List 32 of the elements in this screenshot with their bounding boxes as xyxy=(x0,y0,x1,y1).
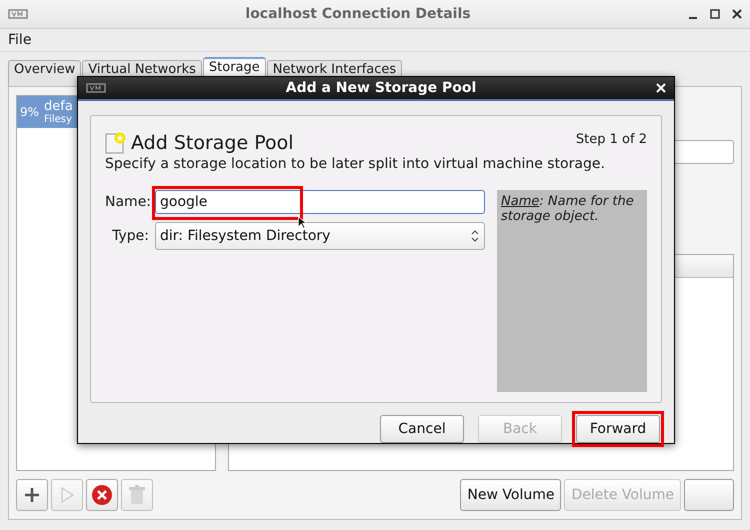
app-icon xyxy=(86,82,106,94)
app-icon xyxy=(8,8,28,20)
maximize-icon[interactable] xyxy=(710,9,720,19)
usage-text: 9% xyxy=(20,105,40,119)
dialog-button[interactable]: Forward xyxy=(576,415,660,443)
field-label: Name: xyxy=(105,194,149,210)
close-icon[interactable] xyxy=(732,9,742,19)
pool-type: Filesy xyxy=(44,114,73,125)
stop-icon xyxy=(91,484,113,506)
trash-icon xyxy=(128,485,146,505)
dialog-heading: Add Storage Pool xyxy=(131,132,295,154)
mouse-cursor-icon xyxy=(297,216,307,229)
new-document-icon xyxy=(105,132,127,154)
description-text: Specify a storage location to be later split into virtual machine storage. xyxy=(105,156,606,172)
type-dropdown[interactable]: dir: Filesystem Directory xyxy=(155,222,485,250)
step-text: Step 1 of 2 xyxy=(576,132,647,148)
volume-button[interactable]: New Volume xyxy=(460,479,562,511)
window-title: localhost Connection Details xyxy=(244,6,472,22)
volume-button[interactable] xyxy=(684,479,734,511)
hint-text: Name: Name for the storage object. xyxy=(497,190,647,392)
plus-icon xyxy=(23,486,41,504)
name-field[interactable]: google xyxy=(155,190,485,214)
input-field[interactable] xyxy=(672,140,734,164)
toolbar-button[interactable] xyxy=(16,479,48,511)
field-label: Type: xyxy=(111,228,149,244)
menu-item[interactable]: File xyxy=(8,32,32,48)
pool-name: defa xyxy=(44,99,73,114)
dialog-button[interactable]: Cancel xyxy=(380,415,464,443)
play-icon xyxy=(60,487,74,503)
up-down-arrows-icon xyxy=(470,228,480,243)
toolbar-button[interactable] xyxy=(86,479,118,511)
tab[interactable]: Overview xyxy=(8,60,82,86)
